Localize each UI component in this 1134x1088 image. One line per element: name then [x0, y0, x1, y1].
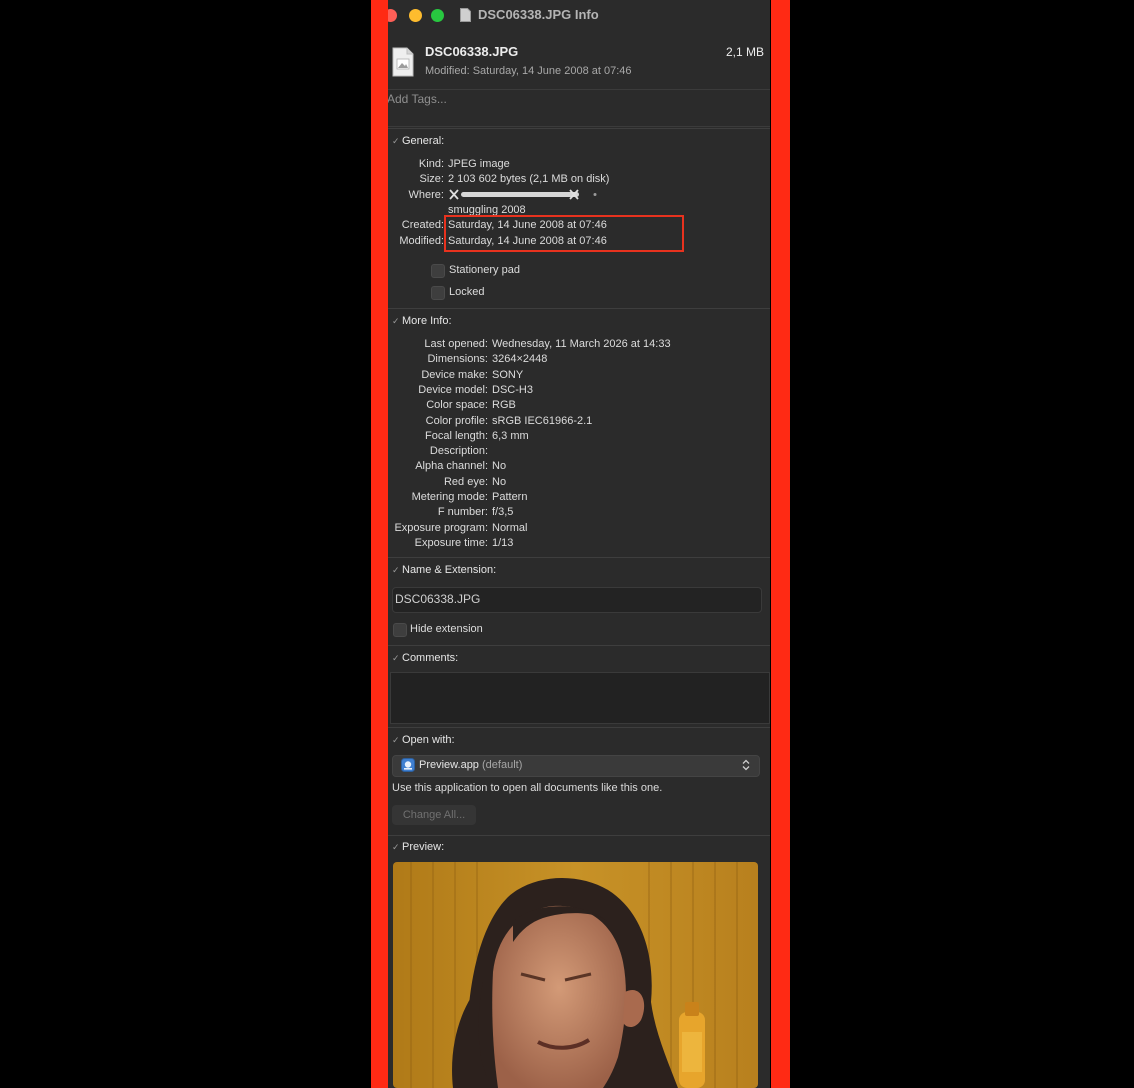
more-info-value: Pattern	[492, 491, 528, 503]
more-info-label: Last opened:	[424, 338, 488, 350]
annotation-border-right	[771, 0, 790, 1088]
name-field-value: DSC06338.JPG	[395, 592, 481, 606]
chevron-down-icon: ✓	[392, 565, 400, 575]
tags-placeholder: Add Tags...	[388, 92, 447, 106]
more-info-label: Device model:	[418, 383, 488, 396]
more-info-label: Exposure program:	[394, 521, 488, 534]
highlight-box	[444, 215, 684, 252]
created-label: Created:	[401, 219, 444, 231]
locked-checkbox[interactable]	[431, 286, 445, 300]
more-info-value: RGB	[492, 399, 516, 412]
open-with-default-tag: (default)	[482, 759, 523, 771]
chevron-down-icon: ✓	[392, 653, 400, 663]
section-comments-title: Comments:	[402, 652, 459, 664]
info-window: DSC06338.JPG Info DSC06338.JPG 2,1 MB Mo…	[388, 0, 770, 1088]
divider	[388, 557, 770, 558]
stationery-pad-checkbox[interactable]	[431, 264, 445, 278]
close-button[interactable]	[388, 9, 397, 22]
kind-label: Kind:	[418, 158, 444, 170]
more-info-value: No	[492, 460, 507, 473]
more-info-label: Exposure time:	[414, 536, 488, 549]
more-info-label: Description:	[429, 445, 488, 458]
more-info-label: Color profile:	[425, 414, 488, 427]
hide-extension-checkbox[interactable]	[393, 623, 407, 637]
comments-field[interactable]	[390, 672, 770, 724]
zoom-button[interactable]	[431, 9, 444, 22]
section-more-info-title: More Info:	[402, 315, 452, 327]
chevron-down-icon: ✓	[392, 136, 400, 146]
more-info-value: 6,3 mm	[492, 429, 529, 442]
section-general-title: General:	[402, 135, 445, 147]
file-name: DSC06338.JPG	[425, 44, 519, 59]
more-info-label: Dimensions:	[427, 353, 488, 366]
more-info-label: Color space:	[426, 399, 488, 412]
more-info-value: f/3,5	[492, 506, 514, 519]
more-info-label: F number:	[437, 506, 488, 519]
more-info-value: sRGB IEC61966-2.1	[492, 414, 593, 427]
more-info-value: 3264×2448	[492, 353, 548, 366]
change-all-button[interactable]: Change All...	[392, 805, 476, 825]
section-comments[interactable]: ✓ Comments:	[392, 652, 458, 664]
preview-app-icon	[401, 758, 415, 772]
section-open-with[interactable]: ✓ Open with:	[392, 734, 455, 746]
window-title: DSC06338.JPG Info	[478, 7, 599, 22]
hide-extension-label: Hide extension	[410, 623, 483, 635]
more-info-value: 1/13	[492, 536, 514, 549]
stationery-pad-label: Stationery pad	[449, 264, 520, 276]
chevron-down-icon: ✓	[392, 842, 400, 852]
title-document-icon	[460, 8, 471, 22]
modified-label: Modified:	[399, 235, 444, 247]
minimize-button[interactable]	[409, 9, 422, 22]
more-info-label: Red eye:	[443, 475, 488, 488]
more-info-label: Focal length:	[425, 429, 488, 442]
more-info-label: Device make:	[421, 368, 488, 381]
divider	[388, 308, 770, 309]
more-info-label: Alpha channel:	[415, 460, 488, 473]
kind-value: JPEG image	[448, 158, 510, 170]
modified-summary: Modified: Saturday, 14 June 2008 at 07:4…	[425, 65, 632, 77]
chevron-down-icon: ✓	[392, 735, 400, 745]
more-info-value: DSC-H3	[492, 383, 533, 396]
chevron-updown-icon	[742, 759, 750, 771]
section-general[interactable]: ✓ General:	[392, 135, 444, 147]
preview-image	[393, 862, 758, 1088]
divider	[388, 835, 770, 836]
section-preview-title: Preview:	[402, 841, 445, 853]
open-with-app-name: Preview.app	[419, 759, 479, 771]
more-info-value: No	[492, 475, 507, 488]
redacted-path	[449, 189, 597, 200]
section-open-with-title: Open with:	[402, 734, 455, 746]
document-icon	[392, 47, 414, 77]
more-info-value: Wednesday, 11 March 2026 at 14:33	[492, 338, 671, 350]
section-preview[interactable]: ✓ Preview:	[392, 841, 444, 853]
more-info-label: Metering mode:	[411, 491, 488, 503]
size-value: 2 103 602 bytes (2,1 MB on disk)	[448, 173, 610, 185]
size-label: Size:	[419, 173, 444, 185]
open-with-app: Preview.app (default)	[419, 759, 522, 771]
section-name-extension[interactable]: ✓ Name & Extension:	[392, 564, 496, 576]
where-label: Where:	[408, 189, 444, 201]
file-size: 2,1 MB	[726, 45, 765, 59]
more-info-value: Normal	[492, 521, 528, 534]
locked-label: Locked	[449, 286, 485, 298]
chevron-down-icon: ✓	[392, 316, 400, 326]
section-name-extension-title: Name & Extension:	[402, 564, 497, 576]
open-with-note: Use this application to open all documen…	[392, 782, 663, 794]
more-info-value: SONY	[492, 368, 524, 381]
section-more-info[interactable]: ✓ More Info:	[392, 315, 452, 327]
divider	[388, 727, 770, 728]
annotation-border-left	[371, 0, 389, 1088]
divider	[388, 128, 770, 129]
divider	[388, 645, 770, 646]
